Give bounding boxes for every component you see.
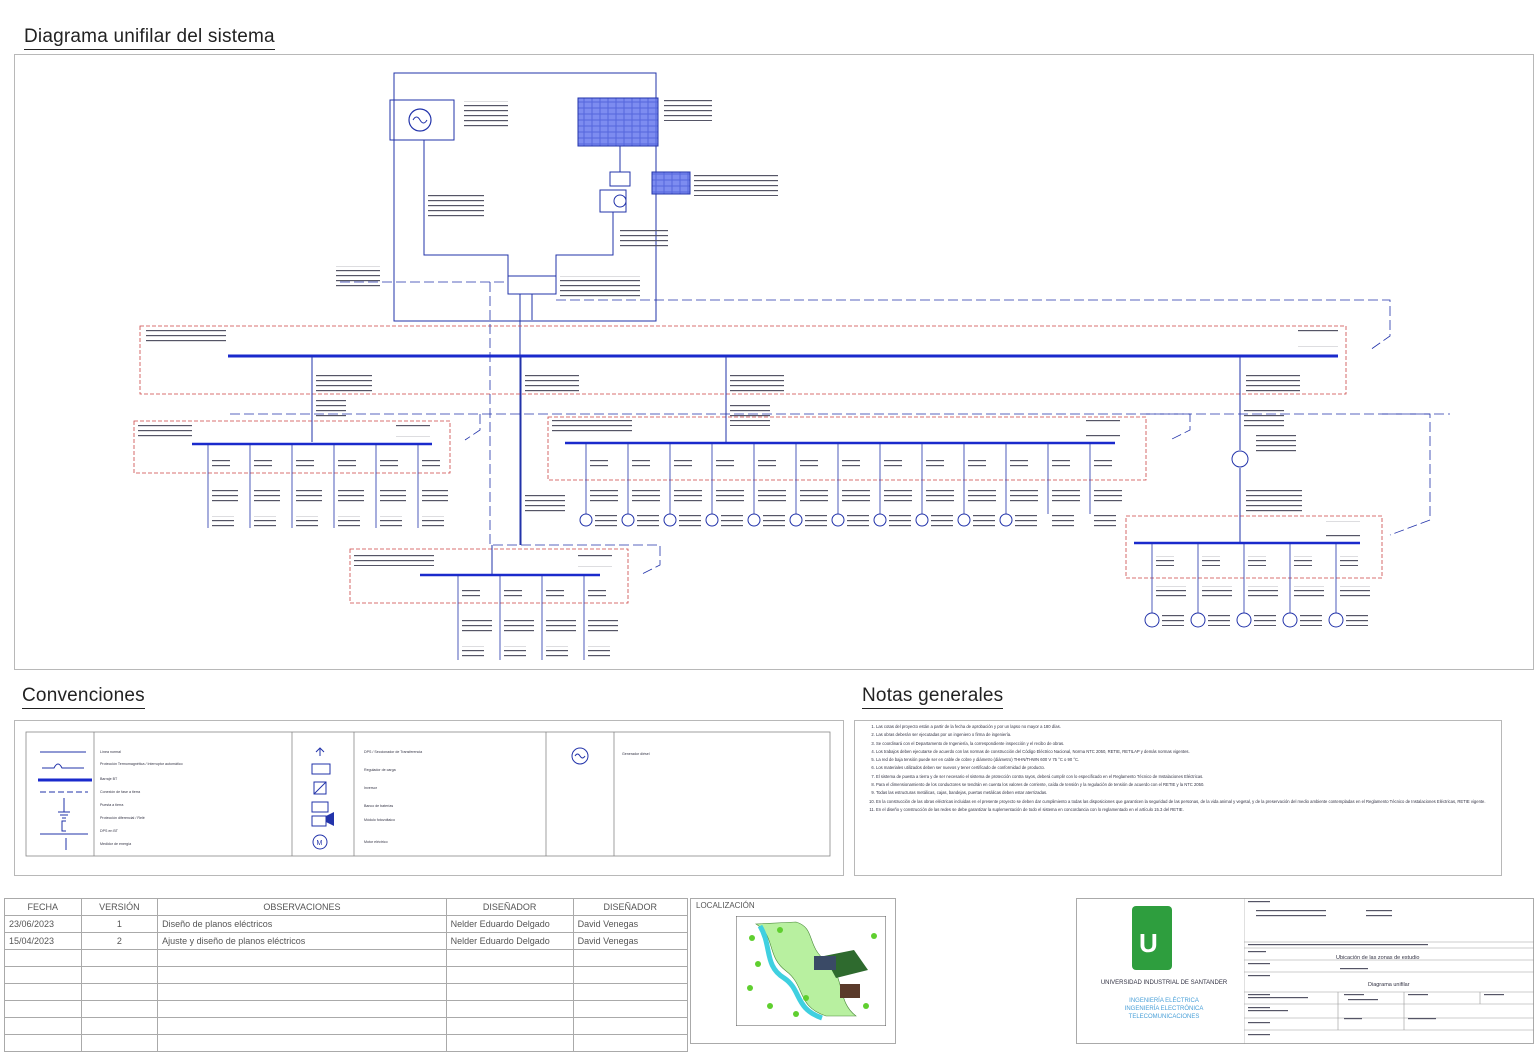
university-name: UNIVERSIDAD INDUSTRIAL DE SANTANDER (1100, 980, 1228, 986)
uis-logo-icon: U (1139, 928, 1158, 958)
note-item: Las obras deberán ser ejecutadas por un … (876, 732, 1487, 738)
table-row: 23/06/2023 1 Diseño de planos eléctricos… (4, 915, 689, 933)
table-row (4, 1017, 689, 1035)
conv-label: Línea normal (100, 750, 121, 754)
pv-array (577, 97, 659, 147)
cell-version: 2 (80, 932, 159, 950)
table-row: 15/04/2023 2 Ajuste y diseño de planos e… (4, 932, 689, 950)
table-row (4, 1000, 689, 1018)
subboard-2-panel (547, 416, 1147, 481)
conv-label: DPS / Seccionador de Transferencia (364, 750, 423, 754)
conv-label: Protección diferencial / Relé (100, 816, 145, 820)
inverter (599, 189, 627, 213)
cell-observations: Diseño de planos eléctricos (157, 915, 447, 933)
note-item: Los trabajos deben ejecutarse de acuerdo… (876, 749, 1487, 755)
school-1: INGENIERÍA ELÉCTRICA (1129, 998, 1199, 1004)
table-row (4, 949, 689, 967)
single-line-diagram (133, 72, 1450, 660)
conv-label: Inversor (364, 786, 377, 790)
conv-label: DPS en BT (100, 829, 118, 833)
note-item: Las cotas del proyecto están a partir de… (876, 724, 1487, 730)
conv-label: Motor eléctrico (364, 840, 388, 844)
cell-date: 15/04/2023 (4, 932, 82, 950)
conv-label: Banco de baterías (364, 804, 394, 808)
conv-label: Conexión de fase a tierra (100, 790, 141, 794)
note-item: Se coordinará con el Departamento de Ing… (876, 741, 1487, 747)
location-label: LOCALIZACIÓN (696, 901, 755, 910)
note-item: Los materiales utilizados deben ser nuev… (876, 765, 1487, 771)
conventions-legend: M (25, 731, 831, 857)
header-date: FECHA (4, 898, 82, 916)
revision-header-row: FECHA VERSIÓN OBSERVACIONES DISEÑADOR DI… (4, 898, 689, 916)
transfer-switch (507, 275, 557, 295)
conv-label: Módulo fotovoltaico (364, 818, 395, 822)
header-designer-2: DISEÑADOR (572, 898, 689, 916)
note-item: En el diseño y construcción de las redes… (876, 807, 1487, 813)
conv-label: Protección Termomagnética / Interruptor … (100, 762, 183, 766)
cell-observations: Ajuste y diseño de planos eléctricos (157, 932, 447, 950)
cell-designer: Nelder Eduardo Delgado (445, 915, 574, 933)
svg-text:M: M (317, 840, 323, 847)
title-block-grid (1244, 898, 1534, 1044)
battery-bank (651, 171, 691, 195)
school-3: TELECOMUNICACIONES (1128, 1014, 1200, 1020)
conv-label: Barraje BT (100, 777, 118, 781)
note-item: El sistema de puesta a tierra y de ser n… (876, 774, 1487, 780)
uis-logo: U (1132, 906, 1172, 970)
table-row (4, 983, 689, 1001)
charge-controller (609, 171, 631, 187)
svg-text:U: U (1139, 928, 1158, 958)
conventions-title: Convenciones (22, 685, 145, 709)
header-version: VERSIÓN (80, 898, 159, 916)
note-item: Todas las estructuras metálicas, cajas, … (876, 790, 1487, 796)
note-item: La red de baja tensión puede ser en cabl… (876, 757, 1487, 763)
cell-date: 23/06/2023 (4, 915, 82, 933)
note-item: En la construcción de las obras eléctric… (876, 799, 1487, 805)
header-observations: OBSERVACIONES (157, 898, 447, 916)
note-item: Para el dimensionamiento de los conducto… (876, 782, 1487, 788)
table-row (4, 966, 689, 984)
conv-label: Regulador de carga (364, 768, 396, 772)
revision-table: FECHA VERSIÓN OBSERVACIONES DISEÑADOR DI… (4, 898, 689, 1052)
cell-designer-2: David Venegas (572, 932, 689, 950)
project-title: Ubicación de las zonas de estudio (1336, 955, 1420, 961)
school-2: INGENIERÍA ELECTRÓNICA (1124, 1006, 1204, 1012)
subboard-4-panel (1125, 515, 1383, 579)
table-row (4, 1034, 689, 1052)
conv-label: Puesta a tierra (100, 803, 124, 807)
header-designer: DISEÑADOR (445, 898, 574, 916)
conv-label: Medidor de energía (100, 842, 132, 846)
cell-version: 1 (80, 915, 159, 933)
cell-designer-2: David Venegas (572, 915, 689, 933)
conv-label: Generador diésel (622, 752, 650, 756)
cell-designer: Nelder Eduardo Delgado (445, 932, 574, 950)
notes-list: Las cotas del proyecto están a partir de… (862, 724, 1487, 815)
sheet-name: Diagrama unifilar (1368, 982, 1410, 988)
notes-title: Notas generales (862, 685, 1003, 709)
location-map (736, 916, 886, 1026)
